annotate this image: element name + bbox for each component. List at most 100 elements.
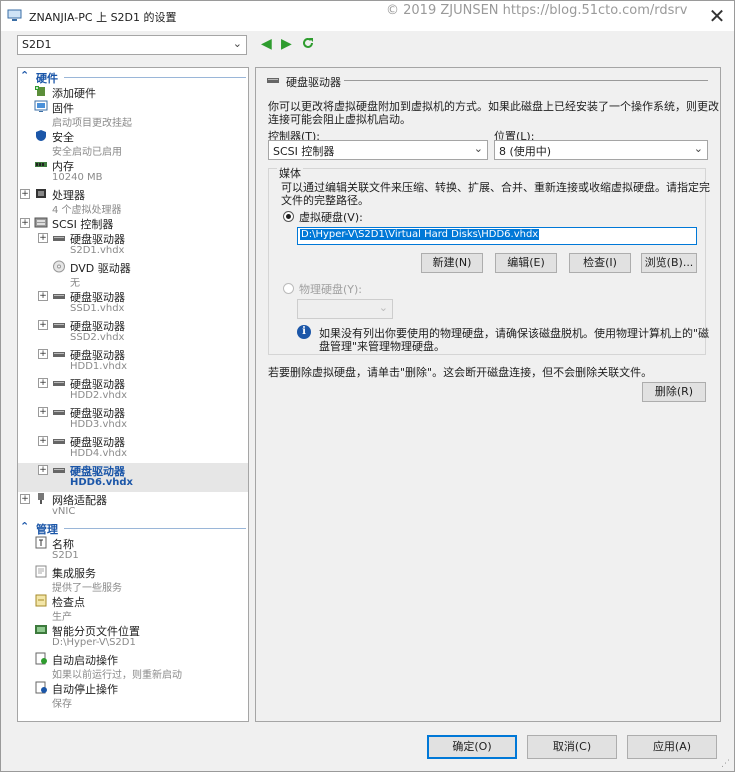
hard-drive-icon [52, 376, 66, 389]
hard-drive-icon [52, 405, 66, 418]
tree-item-detail: S2D1 [52, 550, 79, 561]
hard-drive-icon [52, 347, 66, 360]
vm-selector-dropdown[interactable]: S2D1 ⌄ [17, 35, 247, 55]
tree-item[interactable]: 自动停止操作 保存 [18, 681, 248, 710]
tree-item[interactable]: + 硬盘驱动器 HDD4.vhdx [18, 434, 248, 463]
cancel-button[interactable]: 取消(C) [527, 735, 617, 759]
chevron-down-icon: ⌄ [378, 301, 388, 314]
resize-grip-icon[interactable]: ⋰ [721, 759, 730, 769]
expand-icon[interactable]: + [38, 407, 48, 417]
tree-item[interactable]: + 硬盘驱动器 SSD2.vhdx [18, 318, 248, 347]
window-title: ZNANJIA-PC 上 S2D1 的设置 [29, 11, 177, 24]
tree-item-detail: 如果以前运行过，则重新启动 [52, 670, 182, 681]
tree-item[interactable]: + 硬盘驱动器 SSD1.vhdx [18, 289, 248, 318]
add-hardware-icon [34, 85, 48, 98]
section-label: 管理 [36, 523, 58, 536]
auto-stop-icon [34, 681, 48, 694]
collapse-chevron-icon: ⌃ [20, 69, 30, 82]
physical-hard-disk-label: 物理硬盘(Y): [299, 283, 363, 296]
settings-window: ZNANJIA-PC 上 S2D1 的设置 © 2019 ZJUNSEN htt… [0, 0, 735, 772]
expand-icon[interactable]: + [38, 465, 48, 475]
hard-drive-icon [52, 318, 66, 331]
hard-drive-icon [52, 231, 66, 244]
memory-icon [34, 158, 48, 171]
tree-item[interactable]: + 网络适配器 vNIC [18, 492, 248, 521]
refresh-icon[interactable] [301, 36, 315, 50]
tree-item[interactable]: + 硬盘驱动器 HDD3.vhdx [18, 405, 248, 434]
tree-item-label: SCSI 控制器 [52, 218, 114, 231]
tree-item[interactable]: + 硬盘驱动器 S2D1.vhdx [18, 231, 248, 260]
media-group: 媒体 可以通过编辑关联文件来压缩、转换、扩展、合并、重新连接或收缩虚拟硬盘。请指… [268, 165, 710, 355]
tree-item[interactable]: 内存 10240 MB [18, 158, 248, 187]
ok-button[interactable]: 确定(O) [427, 735, 517, 759]
apply-button[interactable]: 应用(A) [627, 735, 717, 759]
location-dropdown[interactable]: 8 (使用中) ⌄ [494, 140, 708, 160]
checkpoint-icon [34, 594, 48, 607]
virtual-hard-disk-radio[interactable] [283, 211, 294, 222]
tree-item[interactable]: 自动启动操作 如果以前运行过，则重新启动 [18, 652, 248, 681]
details-panel: 硬盘驱动器 你可以更改将虚拟硬盘附加到虚拟机的方式。如果此磁盘上已经安装了一个操… [255, 67, 721, 722]
vhd-path-input[interactable]: D:\Hyper-V\S2D1\Virtual Hard Disks\HDD6.… [297, 227, 697, 245]
tree-item[interactable]: + 处理器 4 个虚拟处理器 [18, 187, 248, 216]
hardware-section-header[interactable]: ⌃ 硬件 [18, 69, 248, 85]
tree-item[interactable]: + 硬盘驱动器 HDD1.vhdx [18, 347, 248, 376]
tree-item[interactable]: 智能分页文件位置 D:\Hyper-V\S2D1 [18, 623, 248, 652]
tree-item[interactable]: 检查点 生产 [18, 594, 248, 623]
description-line-2: 连接可能会阻止虚拟机启动。 [268, 113, 411, 126]
tree-item[interactable]: DVD 驱动器无 [18, 260, 248, 289]
tree-item-detail: HDD6.vhdx [70, 477, 133, 488]
tree-item-detail: vNIC [52, 506, 76, 517]
hard-drive-header-icon [266, 75, 280, 88]
physical-disk-dropdown[interactable]: ⌄ [297, 299, 393, 319]
management-section-header[interactable]: ⌃ 管理 [18, 520, 248, 536]
tree-item-detail: SSD1.vhdx [70, 303, 125, 314]
inspect-button[interactable]: 检查(I) [569, 253, 631, 273]
new-button[interactable]: 新建(N) [421, 253, 483, 273]
tree-item[interactable]: 安全 安全启动已启用 [18, 129, 248, 158]
close-button[interactable]: ✕ [703, 4, 731, 28]
forward-arrow-icon[interactable]: ▶ [281, 37, 292, 51]
tree-item-detail: 保存 [52, 699, 72, 710]
dvd-icon [52, 260, 66, 273]
tree-item[interactable]: + 硬盘驱动器 HDD6.vhdx [18, 463, 248, 492]
tree-item-detail: HDD4.vhdx [70, 448, 127, 459]
expand-icon[interactable]: + [38, 349, 48, 359]
header-divider [344, 80, 708, 81]
tree-item-detail: SSD2.vhdx [70, 332, 125, 343]
tree-item-detail: HDD3.vhdx [70, 419, 127, 430]
remove-button[interactable]: 删除(R) [642, 382, 706, 402]
location-value: 8 (使用中) [499, 145, 552, 158]
browse-button[interactable]: 浏览(B)... [641, 253, 697, 273]
hard-drive-icon [52, 463, 66, 476]
expand-icon[interactable]: + [38, 378, 48, 388]
vm-settings-icon [7, 9, 22, 22]
expand-icon[interactable]: + [20, 218, 30, 228]
paging-file-icon [34, 623, 48, 636]
info-line-2: 盘管理"来管理物理硬盘。 [319, 340, 446, 353]
tree-item[interactable]: + 硬盘驱动器 HDD2.vhdx [18, 376, 248, 405]
chevron-down-icon: ⌄ [232, 37, 242, 50]
expand-icon[interactable]: + [38, 320, 48, 330]
media-desc-line-2: 文件的完整路径。 [281, 194, 369, 207]
expand-icon[interactable]: + [20, 494, 30, 504]
tree-item[interactable]: 集成服务 提供了一些服务 [18, 565, 248, 594]
expand-icon[interactable]: + [38, 436, 48, 446]
expand-icon[interactable]: + [38, 233, 48, 243]
tree-item[interactable]: 名称 S2D1 [18, 536, 248, 565]
expand-icon[interactable]: + [20, 189, 30, 199]
tree-item[interactable]: 固件 启动项目更改挂起 [18, 100, 248, 129]
settings-tree: ⌃ 硬件添加硬件 固件 启动项目更改挂起 安全 安全启动已启用 内存 10240 MB + 处理器… [17, 67, 249, 722]
tree-item-detail: HDD2.vhdx [70, 390, 127, 401]
physical-hard-disk-radio[interactable] [283, 283, 294, 294]
tree-item-detail: D:\Hyper-V\S2D1 [52, 637, 136, 648]
edit-button[interactable]: 编辑(E) [495, 253, 557, 273]
section-label: 硬件 [36, 72, 58, 85]
cpu-icon [34, 187, 48, 200]
tree-item-label: 添加硬件 [52, 87, 96, 100]
tree-item-detail: 4 个虚拟处理器 [52, 205, 122, 216]
auto-start-icon [34, 652, 48, 665]
back-arrow-icon[interactable]: ◀ [261, 37, 272, 51]
expand-icon[interactable]: + [38, 291, 48, 301]
tree-item-detail: 生产 [52, 612, 72, 623]
controller-dropdown[interactable]: SCSI 控制器 ⌄ [268, 140, 488, 160]
